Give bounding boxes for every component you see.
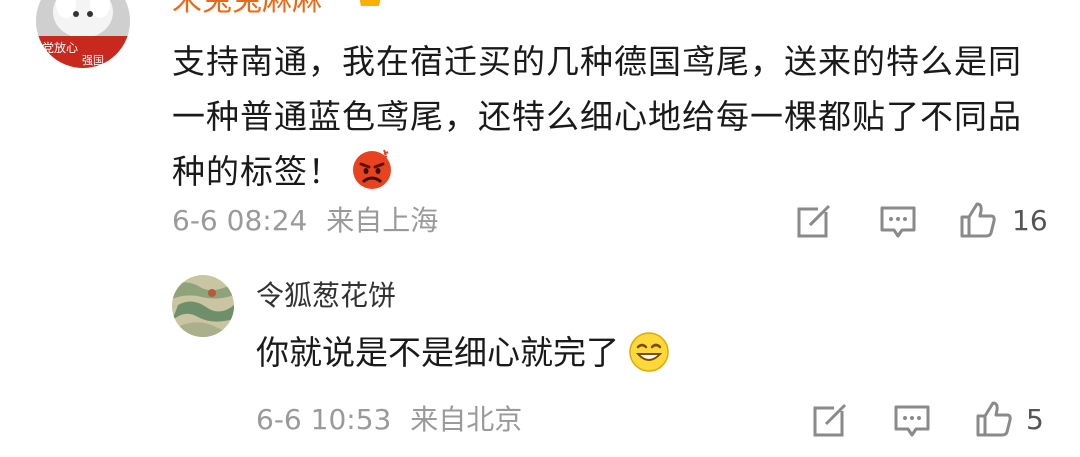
reply-location: 来自北京	[410, 403, 523, 436]
comment-username[interactable]: 宋兔兔麻麻	[172, 0, 322, 18]
comment-icon[interactable]	[892, 401, 932, 441]
reply-date: 6-6 10:53	[256, 403, 392, 436]
comment-icon[interactable]	[878, 202, 918, 242]
reply-meta: 6-6 10:53 来自北京	[256, 403, 522, 437]
like-count: 5	[1026, 403, 1044, 436]
comment-body: 支持南通，我在宿迁买的几种德国鸢尾，送来的特么是同一种普通蓝色鸢尾，还特么细心地…	[172, 34, 1032, 199]
avatar-caption: 党放心	[42, 40, 78, 55]
like-count: 16	[1012, 204, 1048, 237]
comment-location: 来自上海	[326, 204, 439, 237]
share-icon[interactable]	[810, 401, 850, 441]
reply-text: 你就说是不是细心就完了	[256, 333, 619, 372]
comment-text: 支持南通，我在宿迁买的几种德国鸢尾，送来的特么是同一种普通蓝色鸢尾，还特么细心地…	[172, 42, 1022, 191]
grinning-squint-emoji	[627, 330, 671, 374]
like-icon[interactable]	[974, 399, 1014, 439]
avatar[interactable]: 党放心 强国	[36, 0, 130, 68]
reply-avatar[interactable]	[172, 275, 234, 337]
avatar-caption: 强国	[82, 54, 104, 67]
vip-crown-icon	[356, 0, 384, 8]
reply-body: 你就说是不是细心就完了	[256, 330, 671, 375]
like-icon[interactable]	[958, 200, 998, 240]
angry-face-emoji	[350, 147, 394, 191]
reply-username[interactable]: 令狐葱花饼	[256, 279, 396, 313]
share-icon[interactable]	[794, 202, 834, 242]
comment-meta: 6-6 08:24 来自上海	[172, 204, 438, 238]
comment-date: 6-6 08:24	[172, 204, 308, 237]
